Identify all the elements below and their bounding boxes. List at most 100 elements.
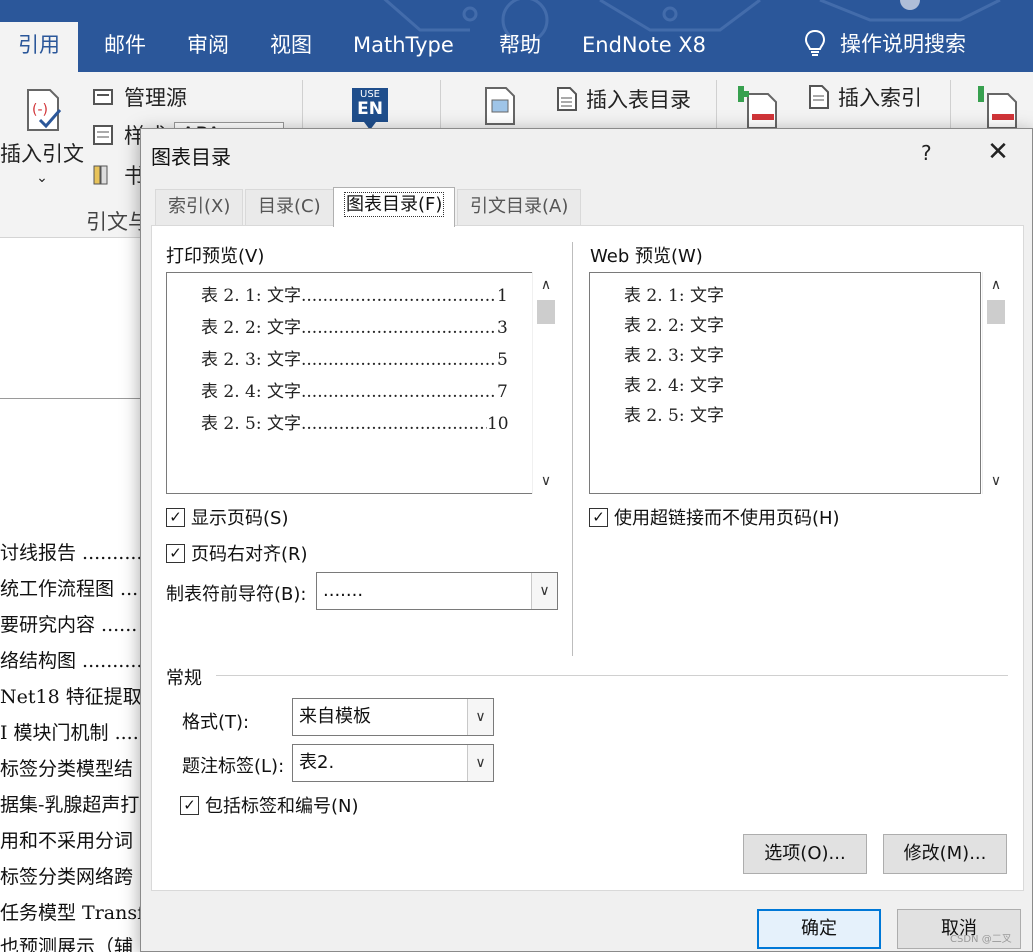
ribbon-tab-bar: 引用 邮件 审阅 视图 MathType 帮助 EndNote X8 操作说明搜… bbox=[0, 0, 1033, 72]
modify-button[interactable]: 修改(M)... bbox=[883, 834, 1007, 874]
print-entry: 表 2. 3: 文字..............................… bbox=[201, 345, 508, 370]
include-label-text: 包括标签和编号(N) bbox=[205, 796, 359, 817]
tell-me-search[interactable]: 操作说明搜索 bbox=[804, 28, 966, 58]
scroll-down-icon[interactable]: ∨ bbox=[983, 470, 1009, 492]
document-icon bbox=[557, 87, 577, 111]
doc-line: 也预测展示（辅 bbox=[0, 936, 134, 952]
chevron-down-icon: ∨ bbox=[531, 573, 557, 609]
tab-mailings[interactable]: 邮件 bbox=[104, 30, 146, 60]
web-entry: 表 2. 1: 文字 bbox=[624, 286, 724, 306]
tab-mathtype[interactable]: MathType bbox=[353, 30, 454, 60]
scroll-down-icon[interactable]: ∨ bbox=[533, 470, 559, 492]
doc-line: 讨线报告 .......... bbox=[0, 542, 143, 564]
lightbulb-icon bbox=[804, 29, 826, 56]
tab-references[interactable]: 引用 bbox=[0, 22, 78, 72]
mark-entry-icon[interactable] bbox=[733, 86, 780, 134]
scroll-up-icon[interactable]: ∧ bbox=[983, 274, 1009, 296]
checkmark-icon: ✓ bbox=[180, 795, 199, 815]
print-entry-page: 7 bbox=[496, 382, 508, 402]
tab-leader-select[interactable]: ....... ∨ bbox=[316, 572, 558, 610]
print-entry-label: 表 2. 3: 文字 bbox=[201, 350, 301, 370]
tab-view[interactable]: 视图 bbox=[270, 30, 312, 60]
mark-entry-plus-icon bbox=[733, 86, 777, 129]
insert-caption-icon[interactable] bbox=[484, 86, 516, 130]
print-entry-label: 表 2. 5: 文字 bbox=[201, 414, 301, 434]
close-icon[interactable]: ✕ bbox=[983, 137, 1013, 167]
chevron-down-icon: ⌄ bbox=[36, 170, 48, 186]
tab-endnote[interactable]: EndNote X8 bbox=[582, 30, 706, 60]
web-preview-scrollbar[interactable]: ∧ ∨ bbox=[982, 272, 1008, 494]
web-entry: 表 2. 3: 文字 bbox=[624, 346, 724, 366]
tab-help[interactable]: 帮助 bbox=[499, 30, 541, 60]
general-section-rule bbox=[216, 675, 1008, 676]
web-entry: 表 2. 5: 文字 bbox=[624, 406, 724, 426]
scroll-thumb[interactable] bbox=[537, 300, 555, 324]
tab-leader-value: ....... bbox=[323, 580, 364, 601]
manage-sources-label: 管理源 bbox=[124, 86, 187, 110]
tab-table-of-authorities[interactable]: 引文目录(A) bbox=[457, 189, 582, 225]
web-preview-label: Web 预览(W) bbox=[590, 246, 703, 267]
doc-line: 要研究内容 ...... bbox=[0, 614, 138, 636]
scroll-up-icon[interactable]: ∧ bbox=[533, 274, 559, 296]
doc-line: 任务模型 Transf bbox=[0, 902, 145, 924]
caption-select[interactable]: 表2. ∨ bbox=[292, 744, 494, 782]
print-entry: 表 2. 1: 文字..............................… bbox=[201, 281, 508, 306]
page-break-line bbox=[0, 398, 140, 399]
insert-table-of-figures-label: 插入表目录 bbox=[586, 88, 691, 112]
chevron-down-icon: ∨ bbox=[467, 745, 493, 781]
insert-citation-button[interactable]: (-) 插入引文 ⌄ bbox=[0, 86, 84, 186]
print-preview-box[interactable]: 表 2. 1: 文字..............................… bbox=[166, 272, 558, 494]
watermark: CSDN @二叉 bbox=[950, 934, 1012, 945]
print-entry-label: 表 2. 2: 文字 bbox=[201, 318, 301, 338]
web-entry: 表 2. 2: 文字 bbox=[624, 316, 724, 336]
manage-sources-button[interactable]: 管理源 bbox=[92, 82, 187, 112]
use-en-icon[interactable]: USE EN bbox=[350, 86, 390, 132]
print-preview-scrollbar[interactable]: ∧ ∨ bbox=[532, 272, 558, 494]
print-preview-label: 打印预览(V) bbox=[166, 246, 265, 267]
manage-sources-icon bbox=[93, 89, 113, 105]
insert-table-of-figures-button[interactable]: 插入表目录 bbox=[556, 84, 691, 114]
doc-line: 标签分类网络跨 bbox=[0, 866, 134, 888]
tab-toc[interactable]: 目录(C) bbox=[245, 189, 334, 225]
index-document-icon bbox=[809, 85, 829, 109]
doc-line: I 模块门机制 .... bbox=[0, 722, 139, 744]
general-section-label: 常规 bbox=[166, 668, 202, 689]
show-page-numbers-checkbox[interactable]: ✓ 显示页码(S) bbox=[166, 504, 288, 530]
table-of-figures-dialog: 图表目录 ? ✕ 索引(X) 目录(C) 图表目录(F) 引文目录(A) 打印预… bbox=[140, 128, 1033, 952]
tab-index[interactable]: 索引(X) bbox=[155, 189, 244, 225]
doc-line: 用和不采用分词 bbox=[0, 830, 134, 852]
print-entry-leader: ........................................… bbox=[300, 350, 497, 370]
print-entry-leader: ........................................… bbox=[300, 414, 487, 434]
print-entry-leader: ........................................… bbox=[300, 318, 497, 338]
ok-button[interactable]: 确定 bbox=[757, 909, 881, 949]
tab-panel: 打印预览(V) 表 2. 1: 文字......................… bbox=[151, 225, 1024, 891]
tab-review[interactable]: 审阅 bbox=[187, 30, 229, 60]
tab-table-of-figures[interactable]: 图表目录(F) bbox=[333, 187, 456, 227]
insert-citation-icon: (-) bbox=[27, 89, 62, 131]
format-select[interactable]: 来自模板 ∨ bbox=[292, 698, 494, 736]
bibliography-button[interactable]: 书 bbox=[92, 160, 145, 190]
mark-citation-icon[interactable] bbox=[978, 86, 1020, 134]
insert-index-button[interactable]: 插入索引 bbox=[808, 82, 922, 112]
caption-label: 题注标签(L): bbox=[182, 756, 285, 777]
style-icon bbox=[93, 125, 113, 145]
print-entry-label: 表 2. 1: 文字 bbox=[201, 286, 301, 306]
print-entry-page: 5 bbox=[496, 350, 508, 370]
svg-text:(-): (-) bbox=[32, 102, 48, 118]
doc-line: Net18 特征提取 bbox=[0, 686, 142, 708]
doc-line: 标签分类模型结 bbox=[0, 758, 134, 780]
right-align-checkbox[interactable]: ✓ 页码右对齐(R) bbox=[166, 540, 308, 566]
column-divider bbox=[572, 242, 573, 656]
checkmark-icon: ✓ bbox=[589, 507, 608, 527]
scroll-thumb[interactable] bbox=[987, 300, 1005, 324]
chevron-down-icon: ∨ bbox=[467, 699, 493, 735]
help-icon[interactable]: ? bbox=[921, 141, 932, 165]
web-preview-box[interactable]: 表 2. 1: 文字 表 2. 2: 文字 表 2. 3: 文字 表 2. 4:… bbox=[589, 272, 981, 494]
show-page-numbers-label: 显示页码(S) bbox=[191, 508, 289, 529]
format-label: 格式(T): bbox=[182, 712, 250, 733]
include-label-checkbox[interactable]: ✓ 包括标签和编号(N) bbox=[180, 792, 359, 818]
options-button[interactable]: 选项(O)... bbox=[743, 834, 867, 874]
use-hyperlinks-checkbox[interactable]: ✓ 使用超链接而不使用页码(H) bbox=[589, 504, 840, 530]
print-entry-leader: ........................................… bbox=[300, 382, 497, 402]
insert-citation-label: 插入引文 bbox=[0, 142, 84, 166]
